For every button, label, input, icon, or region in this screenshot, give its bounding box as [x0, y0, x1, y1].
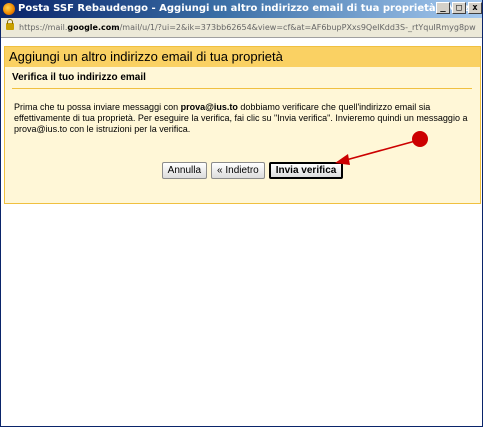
close-button[interactable]: x [468, 2, 482, 14]
dialog-title: Aggiungi un altro indirizzo email di tua… [5, 47, 480, 67]
window-title: Posta SSF Rebaudengo - Aggiungi un altro… [18, 3, 483, 14]
url-text[interactable]: https://mail.google.com/mail/u/1/?ui=2&i… [19, 18, 476, 38]
title-bar[interactable]: Posta SSF Rebaudengo - Aggiungi un altro… [1, 0, 483, 18]
add-email-dialog: Aggiungi un altro indirizzo email di tua… [4, 46, 481, 204]
maximize-button[interactable]: □ [452, 2, 466, 14]
section-title: Verifica il tuo indirizzo email [12, 72, 146, 83]
divider [12, 88, 472, 89]
back-button[interactable]: « Indietro [211, 162, 265, 179]
lock-icon [6, 19, 14, 30]
message-email: prova@ius.to [180, 102, 238, 112]
window-controls: _ □ x [436, 2, 482, 14]
minimize-button[interactable]: _ [436, 2, 450, 14]
url-domain: google.com [67, 23, 120, 32]
url-rest: /mail/u/1/?ui=2&ik=373bb62654&view=cf&at… [119, 23, 476, 32]
verification-message: Prima che tu possa inviare messaggi con … [14, 102, 476, 135]
button-row: Annulla « Indietro Invia verifica [5, 162, 480, 179]
message-text-start: Prima che tu possa inviare messaggi con [14, 102, 181, 112]
firefox-icon [3, 3, 15, 15]
send-verification-button[interactable]: Invia verifica [268, 162, 344, 179]
cancel-button[interactable]: Annulla [161, 162, 208, 179]
browser-window: Posta SSF Rebaudengo - Aggiungi un altro… [0, 0, 483, 427]
address-bar[interactable]: https://mail.google.com/mail/u/1/?ui=2&i… [1, 18, 482, 38]
url-prefix: https://mail. [19, 23, 68, 32]
